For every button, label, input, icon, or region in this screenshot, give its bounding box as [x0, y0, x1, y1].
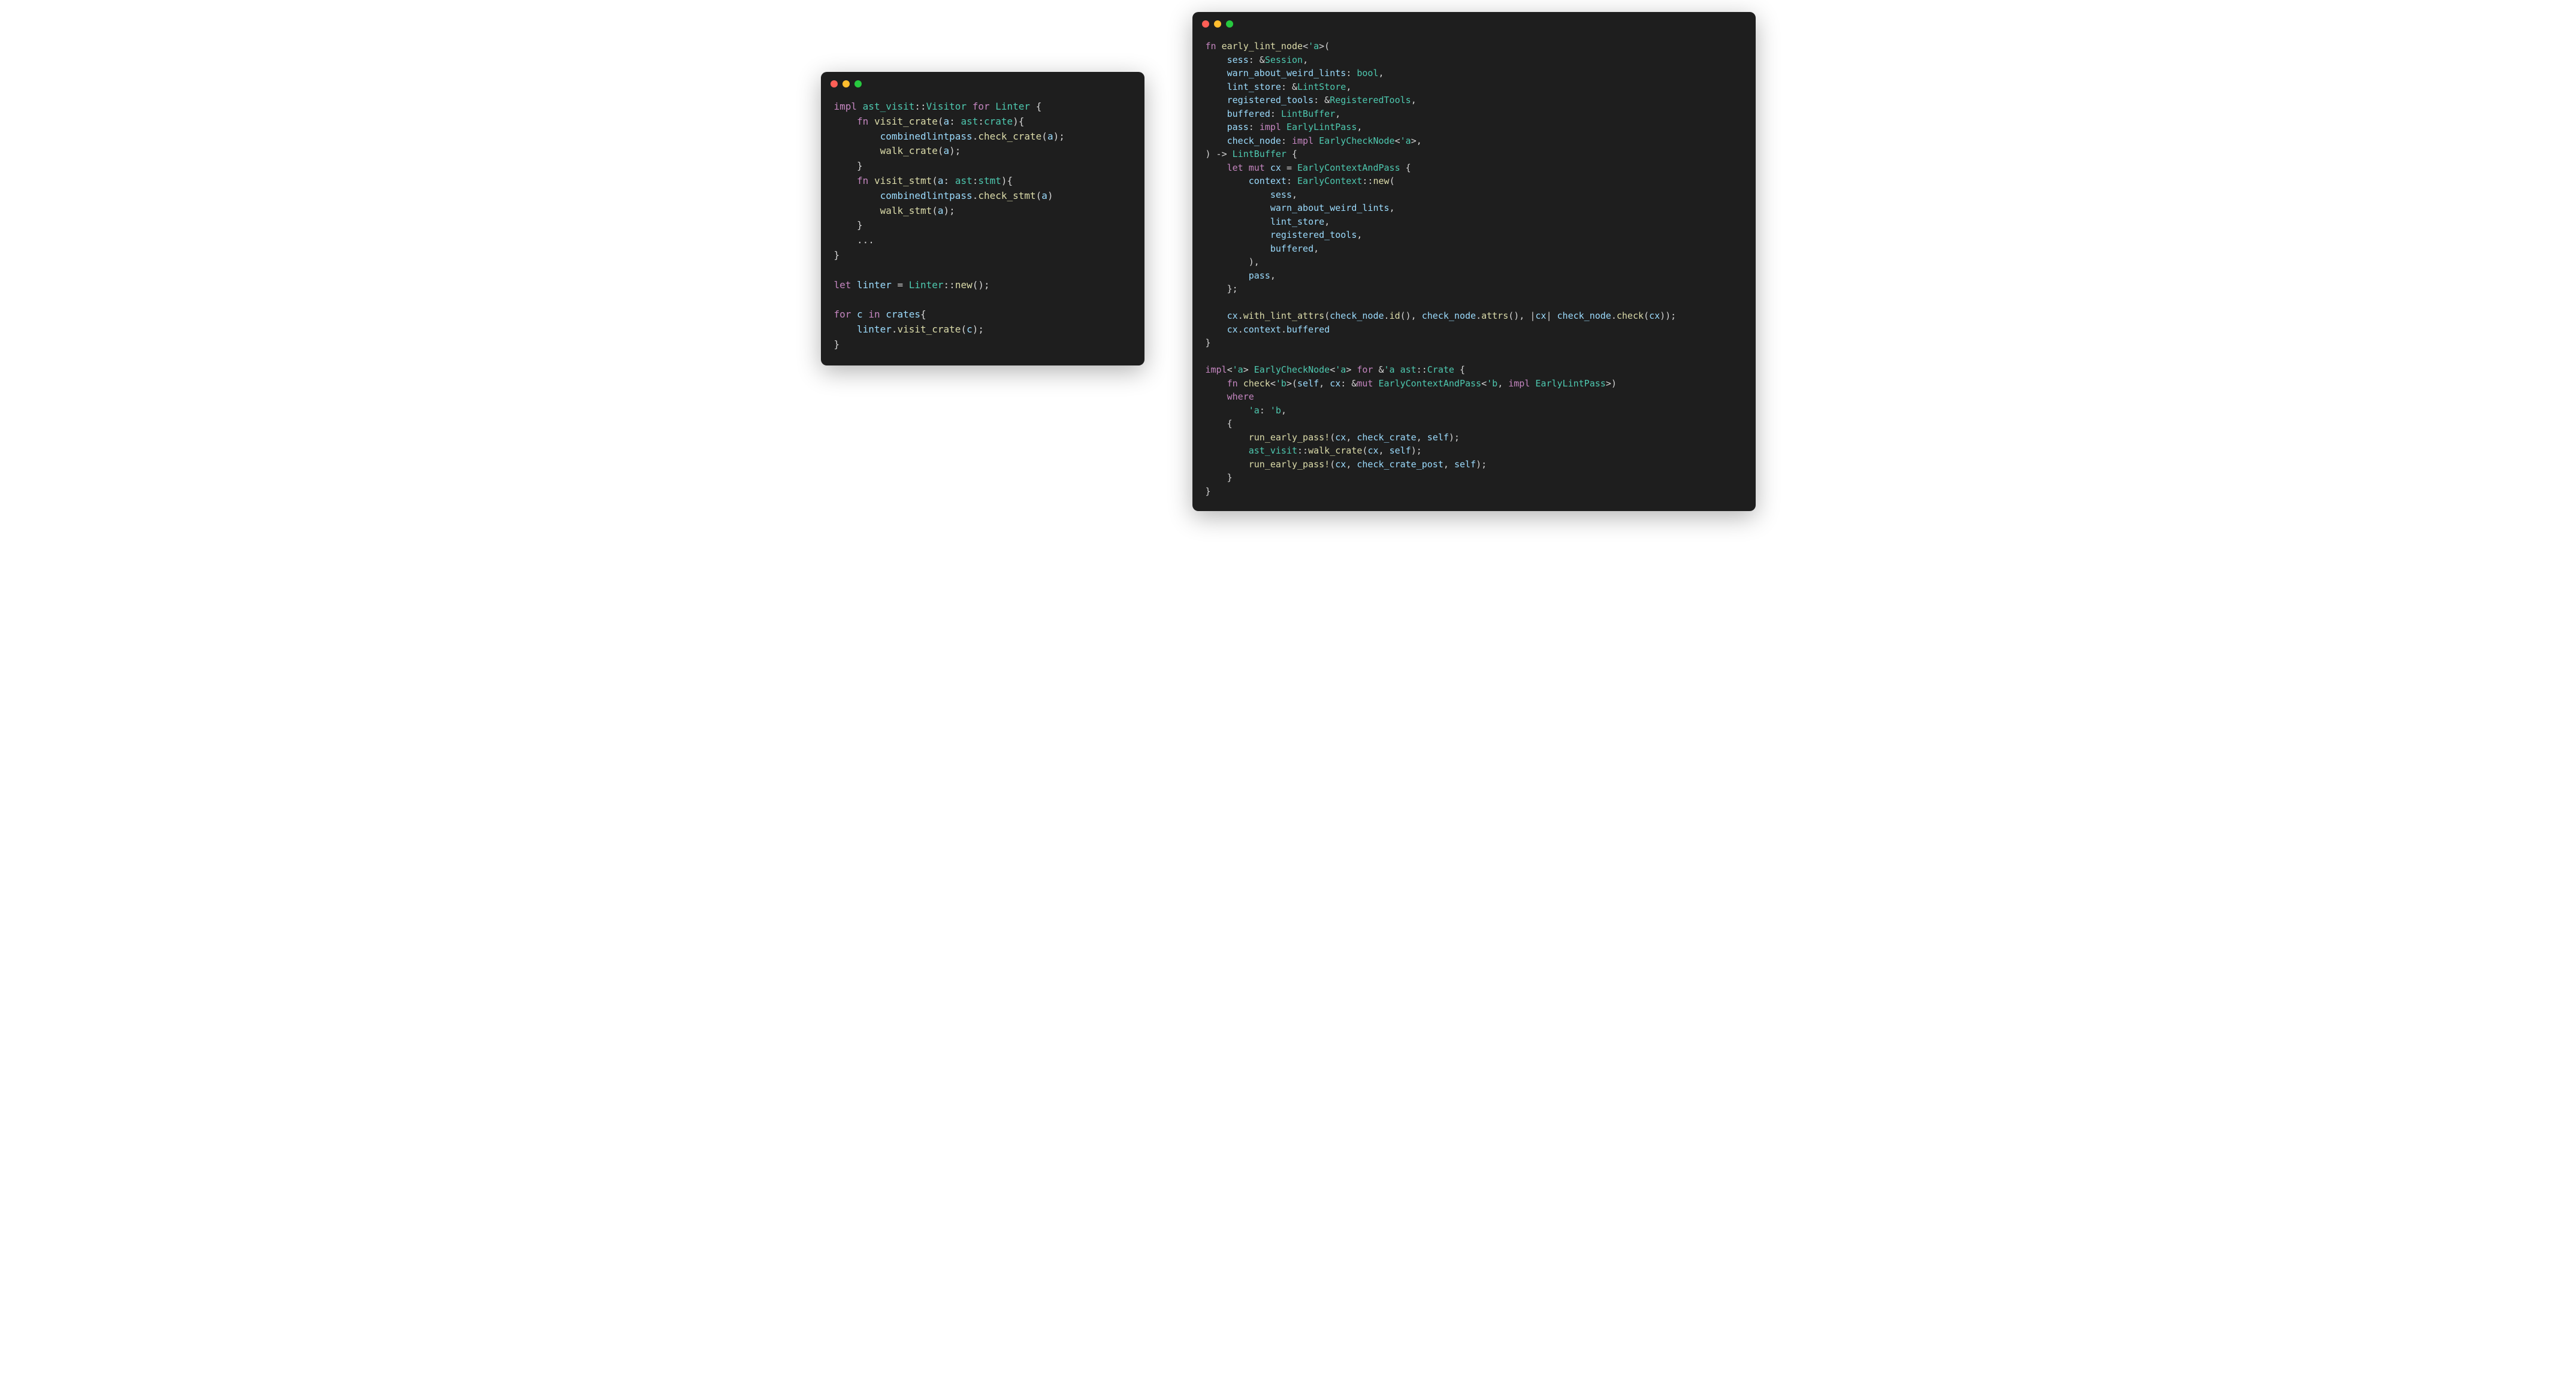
- maximize-icon[interactable]: [854, 80, 862, 87]
- titlebar: [1192, 12, 1756, 32]
- close-icon[interactable]: [1202, 20, 1209, 28]
- minimize-icon[interactable]: [842, 80, 850, 87]
- close-icon[interactable]: [831, 80, 838, 87]
- code-block-left: impl ast_visit::Visitor for Linter { fn …: [821, 92, 1144, 365]
- titlebar: [821, 72, 1144, 92]
- code-window-right: fn early_lint_node<'a>( sess: &Session, …: [1192, 12, 1756, 511]
- maximize-icon[interactable]: [1226, 20, 1233, 28]
- code-window-left: impl ast_visit::Visitor for Linter { fn …: [821, 72, 1144, 365]
- minimize-icon[interactable]: [1214, 20, 1221, 28]
- code-block-right: fn early_lint_node<'a>( sess: &Session, …: [1192, 32, 1756, 511]
